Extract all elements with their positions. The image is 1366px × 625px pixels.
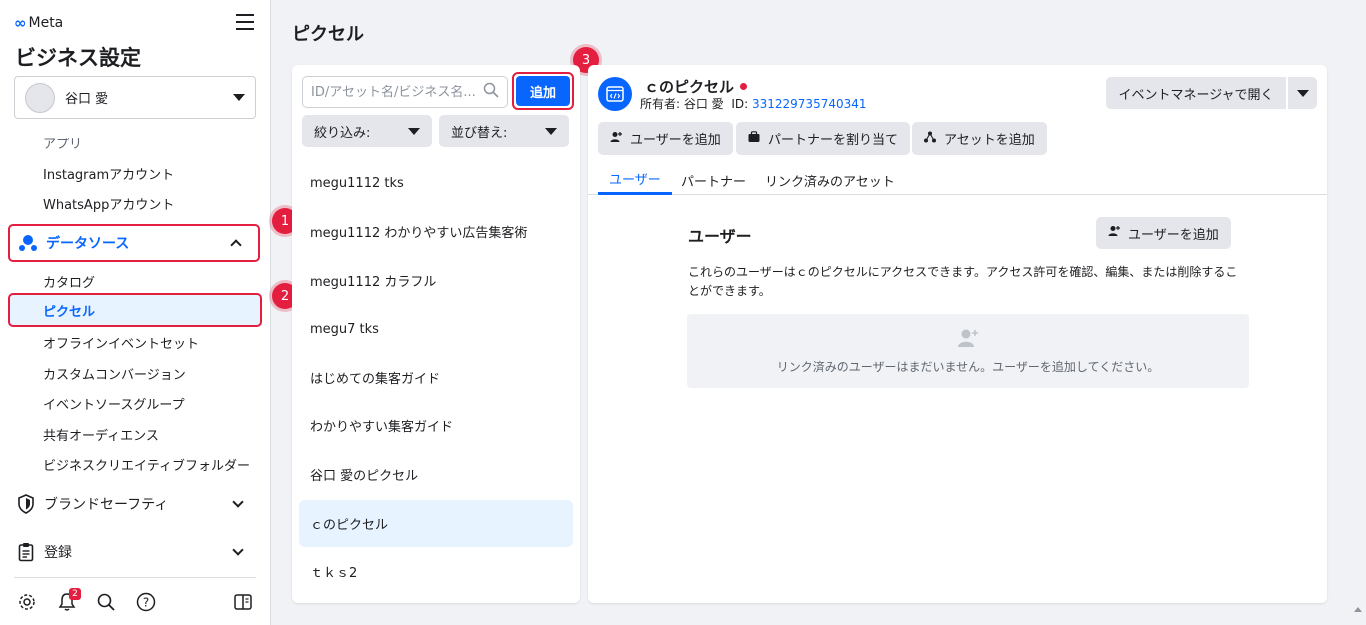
filter-dropdown[interactable]: 絞り込み: bbox=[302, 115, 432, 147]
empty-state-text: リンク済みのユーザーはまだいません。ユーザーを追加してください。 bbox=[776, 359, 1160, 374]
list-item[interactable]: ｔｋｓ2 bbox=[299, 548, 573, 595]
gear-icon[interactable] bbox=[15, 590, 39, 614]
sidebar-item-instagram[interactable]: Instagramアカウント bbox=[43, 164, 174, 183]
brand-safety-label: ブランドセーフティ bbox=[44, 497, 169, 513]
section-title: ユーザー bbox=[688, 227, 752, 246]
caret-down-icon bbox=[545, 127, 557, 135]
pixel-detail-panel: ｃのピクセル 所有者: 谷口 愛 ID: 331229735740341 イベン… bbox=[588, 65, 1327, 603]
registration-label: 登録 bbox=[44, 545, 72, 561]
add-user-label: ユーザーを追加 bbox=[630, 133, 721, 148]
search-icon[interactable] bbox=[94, 590, 118, 614]
chevron-down-icon bbox=[232, 496, 244, 508]
sidebar-item-pixel[interactable]: ピクセル bbox=[8, 293, 262, 327]
list-item[interactable]: 谷口 愛のピクセル bbox=[299, 451, 573, 498]
chevron-down-icon bbox=[232, 544, 244, 556]
notification-badge: 2 bbox=[69, 588, 81, 600]
status-dot-icon bbox=[740, 83, 748, 90]
add-person-icon bbox=[957, 328, 979, 352]
add-button[interactable]: 追加 bbox=[516, 76, 570, 106]
add-asset-button[interactable]: アセットを追加 bbox=[912, 122, 1047, 155]
add-person-icon bbox=[610, 131, 622, 147]
search-input[interactable] bbox=[311, 84, 483, 100]
caret-down-icon bbox=[1296, 89, 1309, 97]
business-account-select[interactable]: 谷口 愛 bbox=[14, 76, 256, 119]
assign-partner-button[interactable]: パートナーを割り当て bbox=[736, 122, 911, 155]
pixel-name: ｃのピクセル bbox=[644, 76, 748, 97]
section-add-user-label: ユーザーを追加 bbox=[1128, 227, 1219, 243]
help-icon[interactable]: ? bbox=[134, 590, 158, 614]
list-item[interactable]: megu1112 tks bbox=[299, 160, 573, 207]
account-name: 谷口 愛 bbox=[65, 92, 109, 107]
pixel-meta: 所有者: 谷口 愛 ID: 331229735740341 bbox=[640, 95, 867, 112]
scroll-up-arrow-icon[interactable] bbox=[1354, 607, 1362, 612]
list-item-selected[interactable]: ｃのピクセル bbox=[299, 500, 573, 547]
panel-toggle-icon[interactable] bbox=[231, 590, 255, 614]
sort-dropdown[interactable]: 並び替え: bbox=[439, 115, 569, 147]
business-settings-title: ビジネス設定 bbox=[15, 46, 141, 70]
filter-label: 絞り込み: bbox=[314, 125, 371, 141]
section-add-user-button[interactable]: ユーザーを追加 bbox=[1096, 217, 1231, 249]
event-manager-menu-button[interactable] bbox=[1288, 77, 1317, 109]
tab-linked-assets[interactable]: リンク済みのアセット bbox=[754, 165, 906, 195]
add-asset-label: アセットを追加 bbox=[944, 133, 1035, 148]
list-item[interactable]: わかりやすい集客ガイド bbox=[299, 402, 573, 449]
avatar bbox=[25, 82, 55, 113]
data-sources-label: データソース bbox=[46, 236, 130, 252]
sidebar-item-event-source-groups[interactable]: イベントソースグループ bbox=[43, 394, 185, 413]
sidebar-item-shared-audiences[interactable]: 共有オーディエンス bbox=[43, 425, 159, 444]
clipboard-icon bbox=[16, 542, 36, 562]
owner-text: 所有者: 谷口 愛 bbox=[640, 97, 724, 111]
briefcase-icon bbox=[748, 130, 760, 147]
sidebar: ∞ Meta ビジネス設定 谷口 愛 アプリ Instagramアカウント Wh… bbox=[0, 0, 271, 625]
meta-logo[interactable]: ∞ Meta bbox=[14, 14, 63, 32]
add-person-icon bbox=[1108, 225, 1120, 241]
page-title: ピクセル bbox=[292, 24, 364, 45]
sidebar-item-whatsapp[interactable]: WhatsAppアカウント bbox=[43, 194, 174, 213]
sidebar-item-apps[interactable]: アプリ bbox=[43, 138, 82, 152]
sidebar-item-offline-event-sets[interactable]: オフラインイベントセット bbox=[43, 333, 199, 352]
pixel-code-icon bbox=[598, 77, 632, 111]
pixel-id[interactable]: 331229735740341 bbox=[752, 97, 867, 111]
sidebar-group-data-sources[interactable]: データソース bbox=[8, 224, 260, 262]
menu-icon[interactable] bbox=[236, 14, 254, 30]
list-item[interactable]: megu1112 カラフル bbox=[299, 257, 573, 304]
assign-partner-label: パートナーを割り当て bbox=[768, 133, 899, 148]
search-field[interactable] bbox=[302, 76, 508, 108]
users-section: ユーザー ユーザーを追加 これらのユーザーはｃのピクセルにアクセスできます。アク… bbox=[588, 195, 1327, 603]
bell-icon[interactable]: 2 bbox=[55, 588, 81, 614]
sidebar-group-registration[interactable]: 登録 bbox=[8, 533, 260, 571]
svg-text:?: ? bbox=[143, 596, 149, 610]
caret-down-icon bbox=[408, 127, 420, 135]
sidebar-item-custom-conversions[interactable]: カスタムコンバージョン bbox=[43, 364, 186, 383]
empty-state: リンク済みのユーザーはまだいません。ユーザーを追加してください。 bbox=[687, 314, 1249, 388]
tab-users[interactable]: ユーザー bbox=[598, 165, 672, 195]
add-user-button[interactable]: ユーザーを追加 bbox=[598, 122, 733, 155]
tab-partners[interactable]: パートナー bbox=[670, 165, 757, 195]
section-description: これらのユーザーはｃのピクセルにアクセスできます。アクセス許可を確認、編集、また… bbox=[688, 265, 1238, 298]
asset-nodes-icon bbox=[924, 131, 936, 147]
sidebar-item-catalog[interactable]: カタログ bbox=[43, 272, 95, 291]
list-item[interactable]: megu1112 わかりやすい広告集客術 bbox=[299, 208, 573, 255]
data-sources-icon bbox=[18, 233, 38, 253]
open-event-manager-button[interactable]: イベントマネージャで開く bbox=[1106, 77, 1286, 109]
sidebar-item-creative-folders[interactable]: ビジネスクリエイティブフォルダー bbox=[43, 455, 250, 474]
shield-icon bbox=[16, 494, 36, 514]
pixel-name-text: ｃのピクセル bbox=[644, 78, 735, 96]
sidebar-divider bbox=[14, 577, 256, 578]
sort-label: 並び替え: bbox=[451, 125, 508, 141]
meta-infinity-icon: ∞ bbox=[14, 14, 27, 32]
detail-tabs: ユーザー パートナー リンク済みのアセット bbox=[588, 165, 1327, 195]
pixel-list-panel: 追加 絞り込み: 並び替え: megu1112 tks megu1112 わかり… bbox=[292, 65, 580, 603]
search-icon bbox=[483, 82, 499, 102]
id-label: ID: bbox=[731, 97, 749, 111]
meta-logo-text: Meta bbox=[28, 15, 64, 31]
list-item[interactable]: megu7 tks bbox=[299, 306, 573, 353]
add-button-highlight: 追加 bbox=[512, 72, 574, 110]
chevron-up-icon bbox=[230, 239, 242, 251]
list-item[interactable]: はじめての集客ガイド bbox=[299, 354, 573, 401]
caret-down-icon bbox=[233, 94, 245, 101]
sidebar-group-brand-safety[interactable]: ブランドセーフティ bbox=[8, 485, 260, 523]
